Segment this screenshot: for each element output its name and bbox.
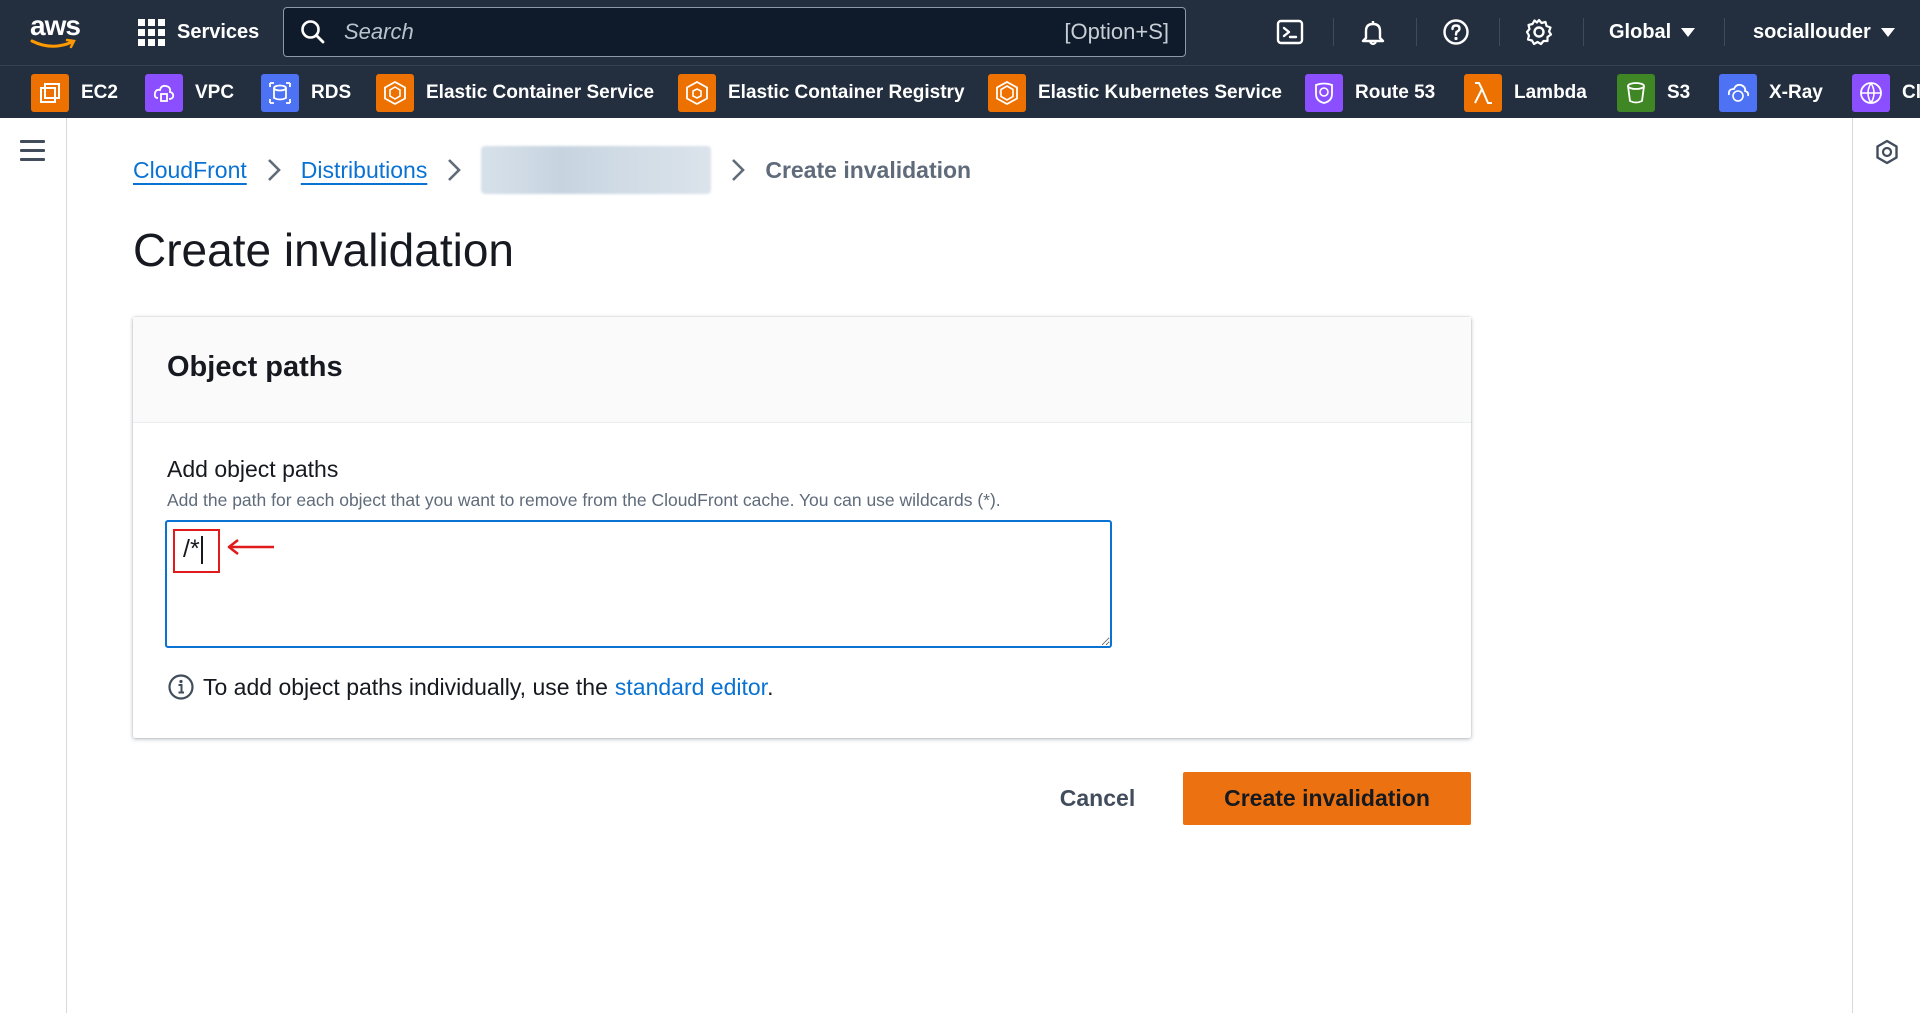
standard-editor-link[interactable]: standard editor (615, 674, 767, 700)
lambda-icon (1464, 74, 1502, 112)
right-tools-rail (1852, 118, 1920, 1013)
panel-title: Object paths (167, 351, 343, 383)
region-selector[interactable]: Global (1609, 14, 1696, 50)
account-label: sociallouder (1753, 20, 1871, 43)
aws-logo-text: aws (30, 10, 81, 41)
favorites-bar: EC2 VPC RDS Elastic Container Service El… (0, 65, 1920, 118)
vpc-icon (145, 74, 183, 112)
hint-prefix: To add object paths individually, use th… (203, 673, 608, 700)
caret-down-icon (1681, 27, 1696, 37)
breadcrumb-distributions[interactable]: Distributions (301, 157, 428, 184)
favorite-vpc[interactable]: VPC (145, 74, 234, 112)
aws-logo[interactable]: aws (28, 10, 84, 52)
settings-icon (1525, 18, 1553, 46)
favorite-label: VPC (195, 82, 235, 103)
route53-icon (1305, 74, 1343, 112)
favorite-label: S3 (1667, 82, 1691, 103)
ec2-icon (31, 74, 69, 112)
object-paths-textarea[interactable] (165, 520, 1112, 648)
cancel-button[interactable]: Cancel (1045, 773, 1150, 823)
object-paths-container: Object paths Add object paths Add the pa… (133, 317, 1471, 738)
favorite-label: Cl (1902, 82, 1920, 103)
left-navigation-rail (0, 118, 67, 1013)
page-title: Create invalidation (133, 224, 515, 276)
caret-down-icon (1880, 27, 1895, 37)
text-cursor (201, 536, 203, 564)
s3-icon (1617, 74, 1655, 112)
cloudshell-button[interactable] (1272, 14, 1308, 50)
chevron-right-icon (731, 158, 746, 182)
hint-text: To add object paths individually, use th… (167, 672, 773, 702)
bell-icon (1361, 21, 1385, 46)
account-menu[interactable]: sociallouder (1753, 14, 1895, 50)
xray-icon (1719, 74, 1757, 112)
hint-suffix: . (767, 673, 774, 700)
services-menu-button[interactable]: Services (138, 14, 259, 50)
favorite-cloudfront[interactable]: Cl (1852, 74, 1920, 112)
search-box[interactable]: [Option+S] (283, 7, 1186, 57)
search-shortcut-hint: [Option+S] (1064, 19, 1169, 44)
panel-header: Object paths (133, 317, 1471, 423)
favorite-label: Route 53 (1355, 82, 1436, 103)
menu-icon[interactable] (20, 140, 45, 167)
top-navigation: aws Services [Option+S] (0, 0, 1920, 65)
help-icon (1443, 19, 1469, 45)
breadcrumb-current: Create invalidation (765, 156, 972, 183)
cloudshell-icon (1276, 19, 1304, 45)
favorite-eks[interactable]: Elastic Kubernetes Service (988, 74, 1282, 112)
grid-icon (138, 18, 165, 46)
favorite-label: Elastic Container Service (426, 82, 655, 103)
favorite-ecr[interactable]: Elastic Container Registry (678, 74, 965, 112)
aws-smile-icon (30, 38, 76, 49)
eks-icon (988, 74, 1026, 112)
breadcrumb-cloudfront[interactable]: CloudFront (133, 157, 247, 184)
favorite-ec2[interactable]: EC2 (31, 74, 118, 112)
favorite-rds[interactable]: RDS (261, 74, 351, 112)
favorite-label: Lambda (1514, 82, 1587, 103)
breadcrumb: CloudFront Distributions Create invalida… (133, 146, 972, 194)
breadcrumb-redacted-distribution[interactable] (481, 146, 712, 194)
ecr-icon (678, 74, 716, 112)
create-invalidation-button[interactable]: Create invalidation (1183, 772, 1471, 825)
info-icon (168, 674, 194, 700)
services-label: Services (177, 20, 260, 43)
field-label: Add object paths (167, 456, 339, 482)
chevron-right-icon (447, 158, 462, 182)
tools-panel-icon[interactable] (1873, 138, 1901, 166)
search-icon (301, 20, 325, 44)
rds-icon (261, 74, 299, 112)
favorite-label: RDS (311, 82, 352, 103)
favorite-ecs[interactable]: Elastic Container Service (376, 74, 654, 112)
help-button[interactable] (1438, 14, 1474, 50)
search-input[interactable] (342, 14, 992, 50)
favorite-label: X-Ray (1769, 82, 1823, 103)
favorite-xray[interactable]: X-Ray (1719, 74, 1823, 112)
chevron-right-icon (267, 158, 281, 182)
favorite-label: EC2 (81, 82, 118, 103)
favorite-label: Elastic Kubernetes Service (1038, 82, 1282, 103)
favorite-label: Elastic Container Registry (728, 82, 965, 103)
notifications-button[interactable] (1355, 14, 1391, 50)
favorite-s3[interactable]: S3 (1617, 74, 1690, 112)
favorite-route53[interactable]: Route 53 (1305, 74, 1435, 112)
cloudfront-icon (1852, 74, 1890, 112)
field-description: Add the path for each object that you wa… (167, 490, 1001, 510)
settings-button[interactable] (1521, 14, 1557, 50)
favorite-lambda[interactable]: Lambda (1464, 74, 1587, 112)
region-label: Global (1609, 20, 1672, 43)
ecs-icon (376, 74, 414, 112)
